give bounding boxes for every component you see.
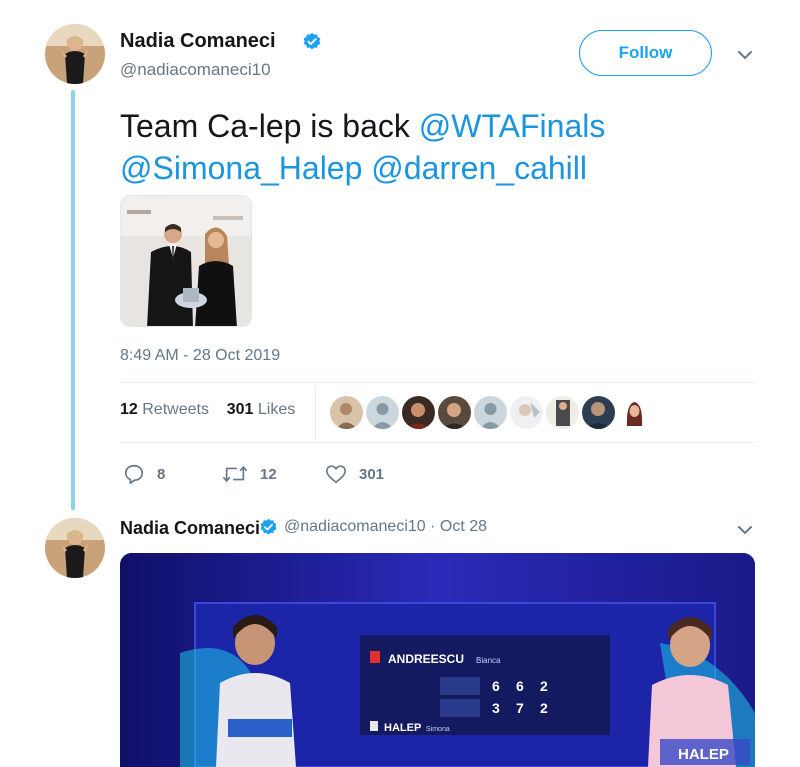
video-banner-text: HALEP [678, 746, 729, 763]
likes-stat[interactable]: 301 Likes [227, 401, 296, 418]
retweet-count: 12 [260, 465, 277, 483]
tweet-text-body: Team Ca-lep is back [120, 108, 419, 144]
verified-badge-icon [260, 518, 277, 535]
tweet-timestamp[interactable]: 8:49 AM - 28 Oct 2019 [120, 347, 280, 365]
liker-avatar[interactable] [330, 396, 363, 429]
divider [120, 382, 755, 383]
score-p2-set1: 3 [492, 700, 500, 716]
author-handle[interactable]: @nadiacomaneci10 [120, 60, 271, 80]
retweets-count: 12 [120, 401, 138, 418]
likes-label: Likes [257, 401, 296, 418]
retweets-label: Retweets [142, 401, 209, 418]
tweet-photo[interactable] [120, 195, 252, 327]
mention-link-simona-halep[interactable]: @Simona_Halep [120, 150, 362, 186]
chevron-down-icon[interactable] [737, 525, 753, 535]
verified-badge-icon [303, 32, 321, 50]
chevron-down-icon[interactable] [737, 50, 753, 60]
follow-button[interactable]: Follow [579, 30, 712, 76]
heart-icon [326, 465, 346, 484]
mention-link-darren-cahill[interactable]: @darren_cahill [371, 150, 587, 186]
author-name[interactable]: Nadia Comaneci [120, 518, 260, 539]
liker-avatar[interactable] [474, 396, 507, 429]
author-avatar[interactable] [45, 24, 105, 84]
tweet-video[interactable]: ANDREESCU Bianca 6 6 2 3 7 2 HALEP Simon… [120, 553, 755, 767]
score-p2-set3: 2 [540, 700, 548, 716]
liker-avatar[interactable] [402, 396, 435, 429]
stats-divider [315, 385, 316, 440]
score-p1-set1: 6 [492, 678, 500, 694]
scoreboard-player1-first: Bianca [476, 656, 501, 665]
mention-link-wtafinals[interactable]: @WTAFinals [419, 108, 606, 144]
retweets-stat[interactable]: 12 Retweets [120, 401, 209, 418]
thread-connector [71, 90, 75, 510]
author-handle[interactable]: @nadiacomaneci10 [284, 518, 426, 535]
engagement-stats: 12 Retweets 301 Likes [120, 401, 295, 419]
scoreboard-player2-first: Simona [426, 726, 450, 733]
reply-icon [124, 464, 144, 484]
author-name[interactable]: Nadia Comaneci [120, 30, 276, 53]
scoreboard-player2: HALEP [384, 722, 421, 734]
tweet-meta: @nadiacomaneci10 · Oct 28 [284, 518, 487, 536]
likes-count: 301 [226, 401, 254, 418]
scoreboard-player1: ANDREESCU [388, 652, 464, 666]
like-action[interactable]: 301 [325, 463, 384, 485]
liker-avatar[interactable] [618, 396, 651, 429]
divider [120, 442, 755, 443]
reply-count: 8 [157, 465, 166, 483]
score-p1-set2: 6 [516, 678, 524, 694]
score-p2-set2: 7 [516, 700, 524, 716]
retweet-action[interactable]: 12 [222, 463, 277, 485]
like-count: 301 [359, 465, 385, 483]
meta-separator: · [430, 518, 436, 535]
author-avatar[interactable] [45, 518, 105, 578]
liker-avatars [330, 396, 651, 430]
reply-action[interactable]: 8 [123, 463, 165, 485]
liker-avatar[interactable] [582, 396, 615, 429]
retweet-icon [222, 465, 248, 483]
liker-avatar[interactable] [438, 396, 471, 429]
tweet-text: Team Ca-lep is back @WTAFinals @Simona_H… [120, 105, 740, 189]
liker-avatar[interactable] [546, 396, 579, 429]
score-p1-set3: 2 [540, 678, 548, 694]
liker-avatar[interactable] [510, 396, 543, 429]
liker-avatar[interactable] [366, 396, 399, 429]
tweet-date[interactable]: Oct 28 [440, 518, 487, 535]
